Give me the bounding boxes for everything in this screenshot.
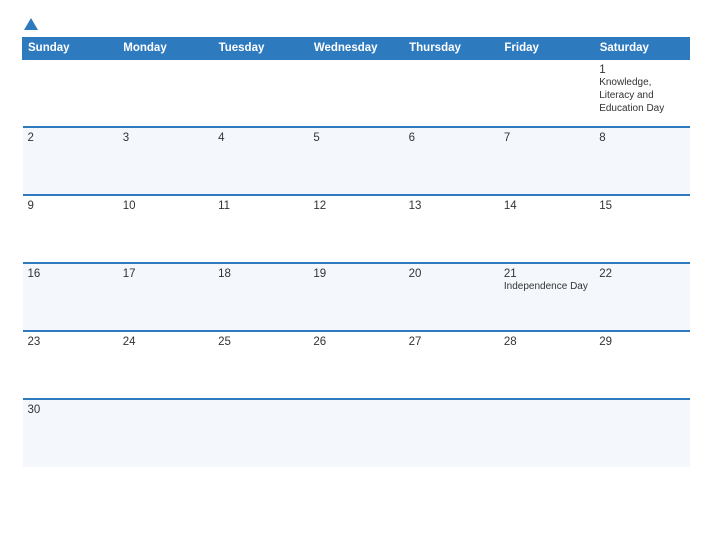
calendar-week-row: 30 [23,399,690,467]
calendar-cell: 1Knowledge, Literacy and Education Day [594,59,689,127]
calendar-cell [213,399,308,467]
logo-triangle-icon [24,18,38,30]
day-number: 9 [28,200,113,212]
calendar-cell: 12 [308,195,403,263]
calendar-cell: 9 [23,195,118,263]
calendar-cell [499,59,594,127]
day-of-week-friday: Friday [499,38,594,60]
day-number: 27 [409,336,494,348]
calendar-week-row: 23 24 25 26 27 28 29 [23,331,690,399]
calendar-cell: 3 [118,127,213,195]
day-number: 25 [218,336,303,348]
day-of-week-tuesday: Tuesday [213,38,308,60]
calendar-cell: 18 [213,263,308,331]
event-label: Knowledge, Literacy and Education Day [599,77,664,114]
day-number: 5 [313,132,398,144]
day-number: 12 [313,200,398,212]
day-number: 11 [218,200,303,212]
calendar-cell [118,59,213,127]
calendar-cell [404,399,499,467]
calendar-week-row: 16 17 18 19 20 21Independence Day 22 [23,263,690,331]
day-number: 17 [123,268,208,280]
calendar-cell [308,59,403,127]
logo [22,18,38,31]
day-number: 14 [504,200,589,212]
day-number: 10 [123,200,208,212]
day-number: 6 [409,132,494,144]
day-number: 30 [28,404,113,416]
day-number: 3 [123,132,208,144]
day-number: 22 [599,268,684,280]
day-number: 19 [313,268,398,280]
day-of-week-saturday: Saturday [594,38,689,60]
calendar-cell [594,399,689,467]
calendar-cell: 11 [213,195,308,263]
calendar-cell: 8 [594,127,689,195]
calendar-cell: 17 [118,263,213,331]
calendar-cell [23,59,118,127]
calendar-cell: 26 [308,331,403,399]
calendar-week-row: 1Knowledge, Literacy and Education Day [23,59,690,127]
calendar-cell: 6 [404,127,499,195]
calendar-cell: 10 [118,195,213,263]
calendar-week-row: 9 10 11 12 13 14 15 [23,195,690,263]
day-of-week-sunday: Sunday [23,38,118,60]
calendar-cell: 30 [23,399,118,467]
day-number: 21 [504,268,589,280]
day-number: 16 [28,268,113,280]
day-number: 1 [599,64,684,76]
calendar-cell: 5 [308,127,403,195]
day-of-week-monday: Monday [118,38,213,60]
day-number: 8 [599,132,684,144]
day-number: 13 [409,200,494,212]
day-number: 26 [313,336,398,348]
calendar-cell: 29 [594,331,689,399]
day-number: 23 [28,336,113,348]
calendar-cell: 23 [23,331,118,399]
calendar-cell: 13 [404,195,499,263]
calendar-cell [499,399,594,467]
calendar-cell [213,59,308,127]
calendar-cell: 4 [213,127,308,195]
day-number: 2 [28,132,113,144]
calendar-cell: 22 [594,263,689,331]
calendar-cell: 20 [404,263,499,331]
calendar-cell: 27 [404,331,499,399]
day-number: 7 [504,132,589,144]
event-label: Independence Day [504,281,588,292]
calendar-cell: 7 [499,127,594,195]
day-number: 4 [218,132,303,144]
calendar-cell [404,59,499,127]
day-number: 29 [599,336,684,348]
calendar-cell: 21Independence Day [499,263,594,331]
day-number: 20 [409,268,494,280]
calendar-week-row: 2345678 [23,127,690,195]
calendar-cell: 28 [499,331,594,399]
calendar-cell: 25 [213,331,308,399]
calendar-cell: 15 [594,195,689,263]
day-of-week-thursday: Thursday [404,38,499,60]
day-number: 24 [123,336,208,348]
day-number: 28 [504,336,589,348]
calendar-header-row: SundayMondayTuesdayWednesdayThursdayFrid… [23,38,690,60]
calendar-cell [308,399,403,467]
calendar-table: SundayMondayTuesdayWednesdayThursdayFrid… [22,37,690,467]
day-number: 15 [599,200,684,212]
calendar-cell: 19 [308,263,403,331]
calendar-cell: 24 [118,331,213,399]
day-of-week-wednesday: Wednesday [308,38,403,60]
day-number: 18 [218,268,303,280]
header [22,18,690,31]
calendar-cell: 14 [499,195,594,263]
calendar-cell: 16 [23,263,118,331]
calendar-page: SundayMondayTuesdayWednesdayThursdayFrid… [0,0,712,550]
calendar-cell: 2 [23,127,118,195]
calendar-cell [118,399,213,467]
